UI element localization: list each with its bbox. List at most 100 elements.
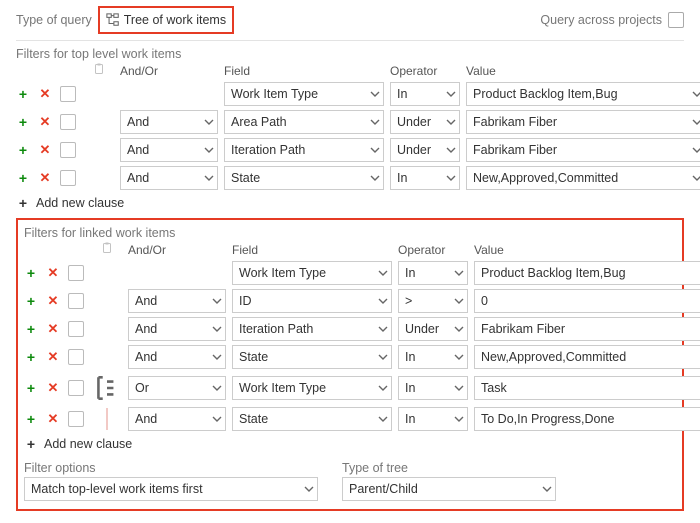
chevron-down-icon <box>446 88 456 102</box>
group-indicator[interactable] <box>92 373 122 403</box>
insert-clause-button[interactable]: + <box>16 115 30 129</box>
chevron-down-icon <box>454 267 464 281</box>
andor-select[interactable]: And <box>120 138 218 162</box>
clause-value: Task <box>481 381 507 395</box>
value-select[interactable]: To Do,In Progress,Done <box>474 407 700 431</box>
remove-clause-button[interactable]: ✕ <box>46 322 60 336</box>
remove-clause-button[interactable]: ✕ <box>38 87 52 101</box>
row-checkbox[interactable] <box>60 86 76 102</box>
andor-select[interactable]: And <box>120 166 218 190</box>
value-select[interactable]: 0 <box>474 289 700 313</box>
chevron-down-icon <box>370 172 380 186</box>
insert-clause-button[interactable]: + <box>24 294 38 308</box>
field-select[interactable]: Area Path <box>224 110 384 134</box>
insert-clause-button[interactable]: + <box>24 381 38 395</box>
operator-select[interactable]: In <box>398 261 468 285</box>
chevron-down-icon <box>212 351 222 365</box>
andor-select[interactable]: And <box>128 289 226 313</box>
plus-icon: + <box>16 196 30 210</box>
field-select[interactable]: Work Item Type <box>232 376 392 400</box>
remove-clause-button[interactable]: ✕ <box>46 294 60 308</box>
row-checkbox[interactable] <box>68 321 84 337</box>
field-select[interactable]: ID <box>232 289 392 313</box>
row-checkbox[interactable] <box>68 380 84 396</box>
field-value: Iteration Path <box>239 322 313 336</box>
operator-select[interactable]: In <box>398 407 468 431</box>
chevron-down-icon <box>212 382 222 396</box>
row-checkbox[interactable] <box>68 411 84 427</box>
operator-header: Operator <box>390 64 460 78</box>
field-select[interactable]: Iteration Path <box>224 138 384 162</box>
remove-clause-button[interactable]: ✕ <box>46 412 60 426</box>
operator-select[interactable]: In <box>390 166 460 190</box>
operator-select[interactable]: > <box>398 289 468 313</box>
operator-value: In <box>405 381 415 395</box>
insert-clause-button[interactable]: + <box>16 143 30 157</box>
group-indicator <box>92 408 122 430</box>
row-checkbox[interactable] <box>60 114 76 130</box>
field-select[interactable]: Work Item Type <box>232 261 392 285</box>
andor-select[interactable]: And <box>120 110 218 134</box>
insert-clause-button[interactable]: + <box>16 87 30 101</box>
field-select[interactable]: State <box>232 345 392 369</box>
filter-options-select[interactable]: Match top-level work items first <box>24 477 318 501</box>
row-checkbox[interactable] <box>68 265 84 281</box>
row-checkbox[interactable] <box>68 349 84 365</box>
value-select[interactable]: New,Approved,Committed <box>466 166 700 190</box>
remove-clause-button[interactable]: ✕ <box>38 115 52 129</box>
remove-clause-button[interactable]: ✕ <box>46 381 60 395</box>
operator-value: Under <box>397 143 431 157</box>
remove-clause-button[interactable]: ✕ <box>46 266 60 280</box>
value-select[interactable]: Product Backlog Item,Bug <box>466 82 700 106</box>
operator-select[interactable]: In <box>398 376 468 400</box>
value-select[interactable]: New,Approved,Committed <box>474 345 700 369</box>
remove-clause-button[interactable]: ✕ <box>38 171 52 185</box>
query-across-checkbox[interactable] <box>668 12 684 28</box>
query-across-label: Query across projects <box>540 13 662 27</box>
value-select[interactable]: Fabrikam Fiber <box>474 317 700 341</box>
operator-select[interactable]: Under <box>398 317 468 341</box>
value-select[interactable]: Fabrikam Fiber <box>466 110 700 134</box>
andor-header: And/Or <box>128 243 226 257</box>
operator-select[interactable]: In <box>390 82 460 106</box>
add-clause-top[interactable]: + Add new clause <box>16 196 684 210</box>
operator-select[interactable]: Under <box>390 110 460 134</box>
field-select[interactable]: Work Item Type <box>224 82 384 106</box>
field-select[interactable]: State <box>224 166 384 190</box>
clause-value: New,Approved,Committed <box>481 350 626 364</box>
insert-clause-button[interactable]: + <box>24 412 38 426</box>
field-select[interactable]: State <box>232 407 392 431</box>
type-of-tree-value: Parent/Child <box>349 482 418 496</box>
remove-clause-button[interactable]: ✕ <box>38 143 52 157</box>
andor-select[interactable]: Or <box>128 376 226 400</box>
andor-select[interactable]: And <box>128 317 226 341</box>
insert-clause-button[interactable]: + <box>16 171 30 185</box>
operator-value: In <box>405 350 415 364</box>
remove-clause-button[interactable]: ✕ <box>46 350 60 364</box>
add-clause-linked[interactable]: + Add new clause <box>24 437 676 451</box>
andor-value: And <box>135 322 157 336</box>
field-select[interactable]: Iteration Path <box>232 317 392 341</box>
type-of-query-value: Tree of work items <box>124 13 226 27</box>
value-select[interactable]: Task <box>474 376 700 400</box>
row-checkbox[interactable] <box>60 142 76 158</box>
field-value: Iteration Path <box>231 143 305 157</box>
value-select[interactable]: Product Backlog Item,Bug <box>474 261 700 285</box>
chevron-down-icon <box>204 172 214 186</box>
insert-clause-button[interactable]: + <box>24 350 38 364</box>
value-header: Value <box>466 64 700 78</box>
andor-select[interactable]: And <box>128 407 226 431</box>
row-checkbox[interactable] <box>68 293 84 309</box>
insert-clause-button[interactable]: + <box>24 266 38 280</box>
type-of-tree-select[interactable]: Parent/Child <box>342 477 556 501</box>
value-select[interactable]: Fabrikam Fiber <box>466 138 700 162</box>
chevron-down-icon <box>378 351 388 365</box>
andor-value: And <box>135 412 157 426</box>
andor-select[interactable]: And <box>128 345 226 369</box>
chevron-down-icon <box>454 295 464 309</box>
type-of-query-selector[interactable]: Tree of work items <box>98 6 234 34</box>
operator-select[interactable]: Under <box>390 138 460 162</box>
insert-clause-button[interactable]: + <box>24 322 38 336</box>
row-checkbox[interactable] <box>60 170 76 186</box>
operator-select[interactable]: In <box>398 345 468 369</box>
